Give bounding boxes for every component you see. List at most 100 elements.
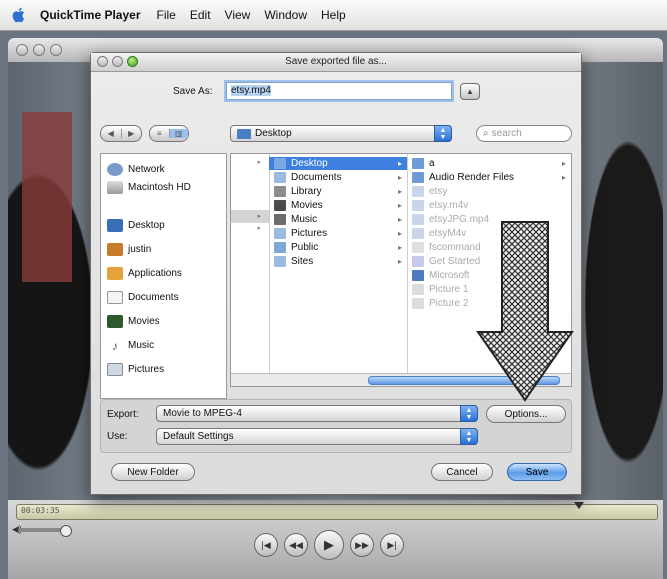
view-mode-buttons[interactable]: ≡ ▥ — [149, 125, 189, 142]
zoom-button[interactable] — [50, 44, 62, 56]
save-as-field[interactable]: etsy.mp4 — [226, 82, 452, 100]
file-icon — [412, 228, 424, 239]
list-item-label: Music — [291, 214, 318, 225]
list-item[interactable]: Music ▸ — [269, 213, 407, 226]
chevron-right-icon: ▸ — [397, 229, 402, 238]
folder-icon — [274, 186, 286, 197]
dialog-title: Save exported file as... — [285, 56, 387, 67]
fast-forward-button[interactable]: ▶▶ — [350, 533, 374, 557]
chevron-right-icon: ▸ — [397, 187, 402, 196]
list-item-label: a — [429, 158, 435, 169]
list-item-label: Get Started — [429, 256, 481, 267]
folder-icon — [274, 200, 286, 211]
list-item[interactable]: Documents ▸ — [269, 171, 407, 184]
list-item[interactable]: Sites ▸ — [269, 255, 407, 268]
back-icon[interactable]: ◀ — [101, 129, 121, 138]
use-settings-text: Default Settings — [163, 431, 234, 442]
list-item[interactable]: Desktop ▸ — [269, 157, 407, 170]
use-settings-popup[interactable]: Default Settings ▲ ▼ — [156, 428, 478, 445]
image-file-icon — [412, 298, 424, 309]
list-item[interactable]: Library ▸ — [269, 185, 407, 198]
play-button[interactable]: ▶ — [314, 530, 344, 560]
sidebar-item-label: Documents — [128, 291, 179, 303]
chevron-right-icon: ▸ — [397, 215, 402, 224]
chevron-right-icon: ▸ — [397, 201, 402, 210]
sidebar-item-label: Desktop — [128, 219, 165, 231]
expand-dialog-button[interactable]: ▲ — [460, 83, 480, 100]
sidebar-item-label: Music — [128, 339, 155, 351]
sidebar-item-justin[interactable]: justin — [107, 240, 151, 258]
go-to-end-button[interactable]: ▶| — [380, 533, 404, 557]
save-as-label: Save As: — [173, 86, 213, 97]
popup-arrows-icon: ▲ ▼ — [434, 125, 452, 142]
sidebar-item-music[interactable]: ♪ Music — [107, 336, 154, 354]
list-view-icon[interactable]: ≡ — [150, 129, 169, 138]
hard-disk-icon — [107, 180, 123, 194]
list-item-label: Documents — [291, 172, 342, 183]
menu-window[interactable]: Window — [264, 8, 307, 22]
timecode: 00:03:35 — [21, 506, 60, 515]
sidebar-item-movies[interactable]: Movies — [107, 312, 160, 330]
desktop-folder-icon — [237, 128, 251, 139]
menu-help[interactable]: Help — [321, 8, 346, 22]
sidebar-item-network[interactable]: Network — [107, 160, 165, 178]
menu-edit[interactable]: Edit — [190, 8, 211, 22]
list-item-label: Desktop — [291, 158, 328, 169]
player-controls: 00:03:35 ◀) |◀ ◀◀ ▶ ▶▶ ▶| — [8, 500, 663, 579]
save-button[interactable]: Save — [507, 463, 567, 481]
chevron-right-icon: ▸ — [561, 159, 566, 168]
back-forward-buttons[interactable]: ◀ ▶ — [100, 125, 142, 142]
volume-knob[interactable] — [60, 525, 72, 537]
minimize-button[interactable] — [33, 44, 45, 56]
folder-icon — [274, 242, 286, 253]
applications-icon — [107, 266, 123, 280]
home-icon — [107, 242, 123, 256]
list-item[interactable]: Audio Render Files ▸ — [407, 171, 571, 184]
sidebar-item-applications[interactable]: Applications — [107, 264, 182, 282]
options-button[interactable]: Options... — [486, 405, 566, 423]
list-item[interactable]: Pictures ▸ — [269, 227, 407, 240]
desktop-icon — [107, 218, 123, 232]
close-button[interactable] — [16, 44, 28, 56]
timeline-scrubber[interactable]: 00:03:35 — [16, 502, 658, 520]
list-item[interactable]: a ▸ — [407, 157, 571, 170]
menu-view[interactable]: View — [225, 8, 251, 22]
chevron-right-icon: ▸ — [397, 159, 402, 168]
list-item-label: etsyM4v — [429, 228, 467, 239]
chevron-right-icon: ▸ — [257, 159, 261, 166]
browser-column-1[interactable]: ▸ ▸ ▸ — [231, 154, 270, 376]
search-field[interactable]: ⌕ search — [476, 125, 572, 142]
location-popup[interactable]: Desktop ▲ ▼ — [230, 125, 452, 142]
list-item[interactable]: etsy.m4v — [407, 199, 571, 212]
filename-text: etsy.mp4 — [231, 85, 271, 96]
list-item[interactable]: Public ▸ — [269, 241, 407, 254]
new-folder-button[interactable]: New Folder — [111, 463, 195, 481]
menu-app-name[interactable]: QuickTime Player — [40, 8, 141, 22]
folder-icon — [274, 256, 286, 267]
column-view-icon[interactable]: ▥ — [168, 129, 188, 138]
sidebar-item-desktop[interactable]: Desktop — [107, 216, 165, 234]
go-to-start-button[interactable]: |◀ — [254, 533, 278, 557]
sidebar-item-pictures[interactable]: Pictures — [107, 360, 164, 378]
list-item-label: Picture 2 — [429, 298, 469, 309]
export-format-popup[interactable]: Movie to MPEG-4 ▲ ▼ — [156, 405, 478, 422]
apple-icon[interactable] — [12, 7, 26, 23]
forward-icon[interactable]: ▶ — [120, 129, 142, 138]
folder-icon — [412, 270, 424, 281]
menu-file[interactable]: File — [157, 8, 176, 22]
location-text: Desktop — [255, 128, 292, 139]
sidebar-item-documents[interactable]: Documents — [107, 288, 179, 306]
sidebar-item-macintosh-hd[interactable]: Macintosh HD — [107, 178, 191, 196]
menu-bar: QuickTime Player File Edit View Window H… — [0, 0, 667, 31]
list-item[interactable]: Movies ▸ — [269, 199, 407, 212]
folder-icon — [274, 228, 286, 239]
list-item[interactable]: etsy — [407, 185, 571, 198]
movies-icon — [107, 314, 123, 328]
image-file-icon — [412, 284, 424, 295]
cancel-button[interactable]: Cancel — [431, 463, 493, 481]
file-icon — [412, 186, 424, 197]
rewind-button[interactable]: ◀◀ — [284, 533, 308, 557]
sidebar-item-label: Pictures — [128, 363, 165, 375]
selected-row-inactive[interactable] — [231, 210, 269, 223]
playhead[interactable] — [574, 502, 584, 509]
